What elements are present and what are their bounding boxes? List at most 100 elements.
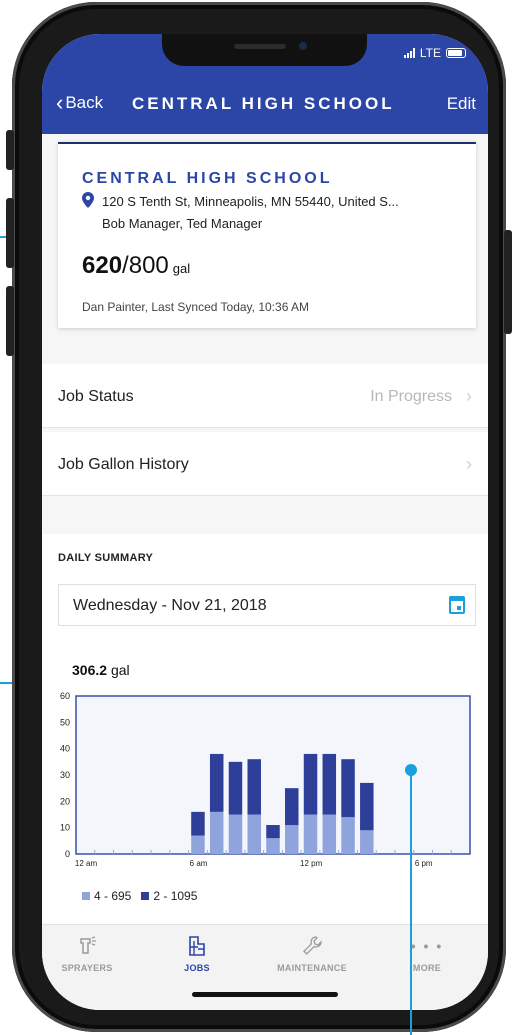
- y-tick-label: 30: [60, 770, 70, 780]
- volume-up-button: [6, 198, 14, 268]
- page-title: CENTRAL HIGH SCHOOL: [132, 94, 395, 113]
- calendar-icon[interactable]: [449, 596, 465, 614]
- job-name: CENTRAL HIGH SCHOOL: [82, 170, 333, 187]
- date-picker-field[interactable]: Wednesday - Nov 21, 2018: [58, 584, 476, 626]
- daily-summary-title: DAILY SUMMARY: [58, 552, 154, 564]
- job-status-row[interactable]: Job Status In Progress ›: [42, 364, 488, 428]
- bar-series-4-695: [285, 825, 299, 854]
- bar-series-2-1095: [191, 811, 205, 836]
- y-tick-label: 50: [60, 717, 70, 727]
- y-tick-label: 10: [60, 823, 70, 833]
- chevron-left-icon: ‹: [56, 90, 64, 115]
- tab-bar: SPRAYERS JOBS MAINTENANCE • • • MORE: [42, 924, 488, 1010]
- app-header: LTE ‹ Back CENTRAL HIGH SCHOOL Edit: [42, 34, 488, 134]
- daily-gallons-chart: 0 10 20 30 40 50 60 12 am 6 am 12 pm 6 pm: [60, 691, 471, 868]
- bar-series-2-1095: [360, 782, 374, 831]
- callout-dot-chart: [405, 764, 417, 776]
- nav-bar: ‹ Back CENTRAL HIGH SCHOOL Edit: [42, 86, 488, 122]
- gallons-progress: 620/800 gal: [82, 252, 190, 280]
- power-button: [504, 230, 512, 334]
- location-pin-icon: [82, 192, 94, 208]
- notch: [162, 34, 367, 66]
- tab-label: JOBS: [184, 963, 210, 973]
- job-address: 120 S Tenth St, Minneapolis, MN 55440, U…: [102, 194, 399, 209]
- tab-maintenance[interactable]: MAINTENANCE: [257, 935, 367, 973]
- x-tick-label: 12 am: [75, 859, 98, 868]
- chevron-right-icon: ›: [466, 386, 472, 406]
- chart-legend: 4 - 695 2 - 1095: [82, 889, 197, 903]
- bar-series-4-695: [341, 817, 355, 854]
- bar-series-2-1095: [341, 759, 355, 818]
- job-gallon-history-row[interactable]: Job Gallon History ›: [42, 432, 488, 496]
- tab-label: MORE: [412, 963, 442, 973]
- home-indicator[interactable]: [192, 992, 338, 997]
- bar-series-4-695: [266, 838, 280, 854]
- legend-label: 2 - 1095: [153, 889, 198, 903]
- job-status-value: In Progress: [370, 388, 452, 405]
- mute-switch: [6, 130, 14, 170]
- more-icon: • • •: [410, 938, 444, 954]
- status-indicators: LTE: [403, 46, 466, 60]
- bar-series-4-695: [360, 830, 374, 854]
- bar-series-4-695: [303, 814, 318, 854]
- bar-series-4-695: [228, 814, 243, 854]
- volume-down-button: [6, 286, 14, 356]
- speaker: [234, 44, 286, 49]
- bar-series-4-695: [209, 811, 224, 854]
- sprayer-icon: [80, 936, 96, 954]
- tab-jobs[interactable]: JOBS: [142, 935, 252, 973]
- back-label: Back: [65, 93, 104, 112]
- gallons-total: /800: [122, 252, 169, 279]
- main-content: CENTRAL HIGH SCHOOL 120 S Tenth St, Minn…: [42, 134, 488, 934]
- edit-button[interactable]: Edit: [447, 94, 476, 114]
- daily-total-unit: gal: [110, 662, 130, 678]
- bar-series-2-1095: [228, 761, 243, 815]
- tab-label: MAINTENANCE: [277, 963, 347, 973]
- front-camera: [299, 42, 307, 50]
- job-gallon-history-label: Job Gallon History: [58, 456, 189, 473]
- legend-item: 2 - 1095: [141, 889, 197, 903]
- chevron-right-icon: ›: [466, 454, 472, 474]
- legend-item: 4 - 695: [82, 889, 131, 903]
- x-tick-label: 12 pm: [300, 859, 323, 868]
- bar-series-2-1095: [322, 753, 337, 815]
- y-tick-label: 20: [60, 796, 70, 806]
- card-divider: [58, 142, 476, 144]
- x-tick-label: 6 pm: [415, 859, 433, 868]
- daily-summary-section: DAILY SUMMARY Wednesday - Nov 21, 2018 3…: [42, 534, 488, 934]
- job-status-label: Job Status: [58, 388, 134, 405]
- legend-swatch-dark: [141, 892, 150, 900]
- job-managers: Bob Manager, Ted Manager: [102, 216, 263, 231]
- x-tick-label: 6 am: [190, 859, 208, 868]
- bar-series-2-1095: [266, 825, 280, 839]
- wrench-icon: [303, 936, 322, 955]
- gallons-unit: gal: [172, 261, 191, 276]
- bar-series-2-1095: [285, 788, 299, 826]
- back-button[interactable]: ‹ Back: [56, 92, 103, 114]
- daily-total-value: 306.2: [72, 662, 108, 678]
- bar-series-2-1095: [209, 753, 224, 812]
- bar-series-2-1095: [303, 753, 318, 815]
- legend-label: 4 - 695: [94, 889, 132, 903]
- selected-date: Wednesday - Nov 21, 2018: [73, 597, 267, 614]
- y-tick-label: 60: [60, 691, 70, 701]
- bar-series-4-695: [247, 814, 261, 854]
- gallons-current: 620: [82, 252, 123, 279]
- jobs-icon: [189, 936, 205, 956]
- legend-swatch-light: [82, 892, 90, 900]
- tab-more[interactable]: • • • MORE: [372, 935, 482, 973]
- y-tick-label: 0: [65, 849, 70, 859]
- tab-label: SPRAYERS: [61, 963, 113, 973]
- callout-line-chart: [410, 770, 412, 1035]
- app-screen: LTE ‹ Back CENTRAL HIGH SCHOOL Edit CENT…: [42, 34, 488, 1010]
- bar-series-4-695: [191, 835, 205, 854]
- job-card: CENTRAL HIGH SCHOOL 120 S Tenth St, Minn…: [58, 142, 476, 328]
- sync-info: Dan Painter, Last Synced Today, 10:36 AM: [82, 300, 310, 314]
- tab-sprayers[interactable]: SPRAYERS: [42, 935, 142, 973]
- network-type: LTE: [419, 46, 441, 60]
- daily-total-gallons: 306.2 gal: [72, 662, 130, 678]
- signal-icon: [403, 48, 415, 58]
- bar-series-4-695: [322, 814, 337, 854]
- y-tick-label: 40: [60, 744, 70, 754]
- bar-series-2-1095: [247, 759, 261, 815]
